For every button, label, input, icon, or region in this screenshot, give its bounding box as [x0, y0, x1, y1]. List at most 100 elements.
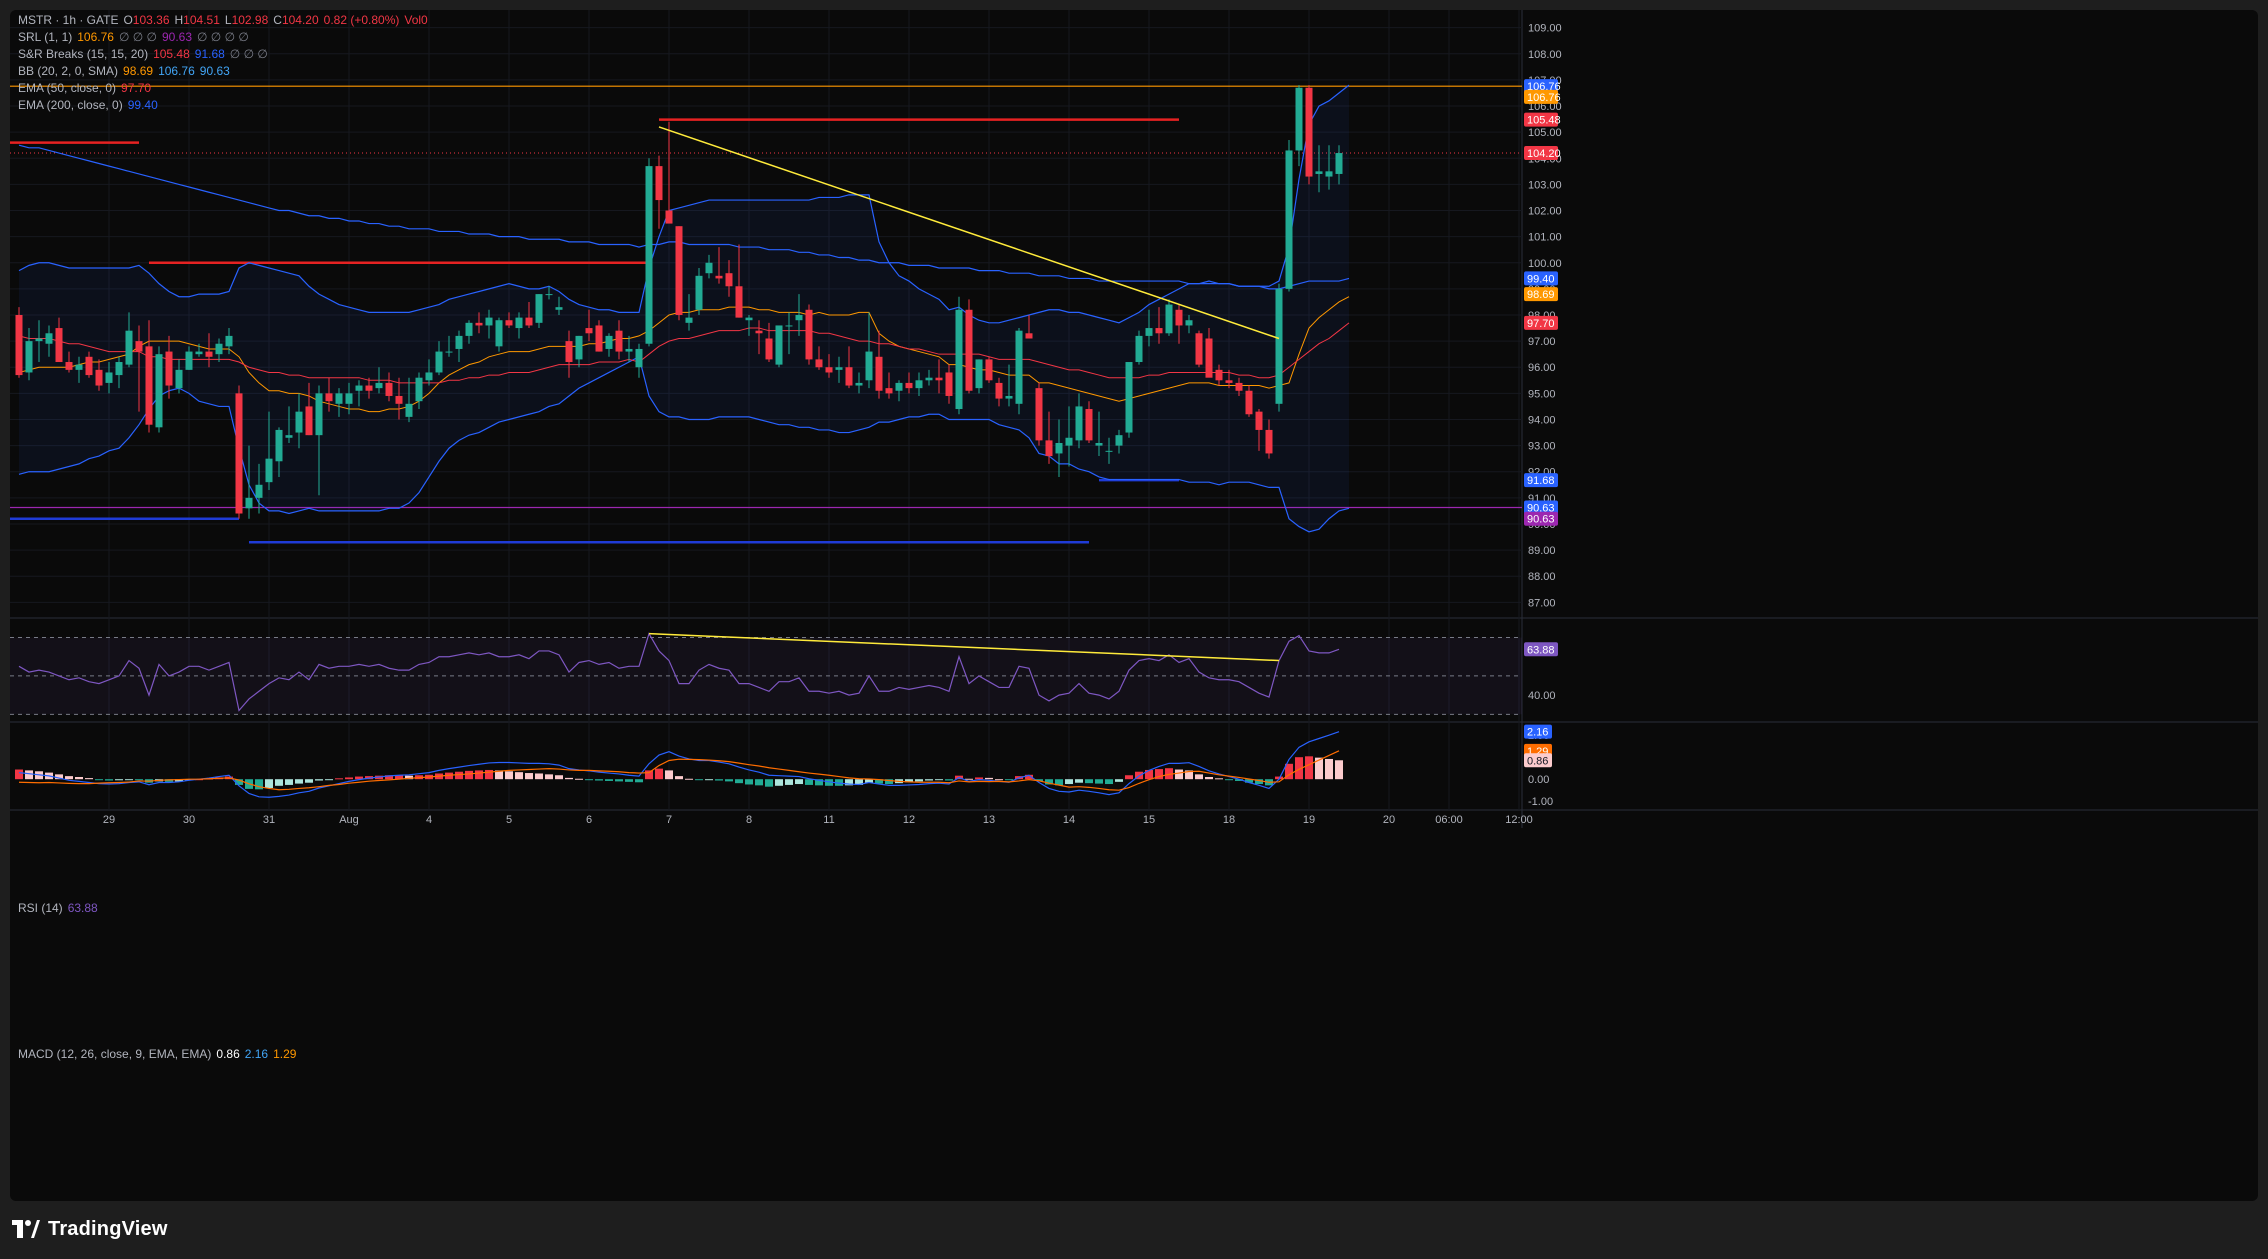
legend-bb[interactable]: BB (20, 2, 0, SMA) 98.69 106.76 90.63: [18, 63, 433, 80]
candle-body[interactable]: [105, 372, 113, 383]
legend-ema200[interactable]: EMA (200, close, 0) 99.40: [18, 97, 433, 114]
candle-body[interactable]: [1015, 330, 1023, 404]
candle-body[interactable]: [705, 262, 713, 274]
candle-body[interactable]: [395, 395, 403, 404]
candle-body[interactable]: [225, 335, 233, 347]
candle-body[interactable]: [475, 322, 483, 326]
candle-body[interactable]: [315, 393, 323, 436]
candle-body[interactable]: [905, 382, 913, 389]
candle-body[interactable]: [415, 377, 423, 402]
candle-body[interactable]: [1325, 171, 1333, 177]
candle-body[interactable]: [385, 382, 393, 396]
rsi-pane[interactable]: [10, 632, 1522, 715]
candle-body[interactable]: [1155, 328, 1163, 334]
candle-body[interactable]: [185, 351, 193, 370]
candle-body[interactable]: [1165, 304, 1173, 334]
candle-body[interactable]: [745, 317, 753, 321]
candle-body[interactable]: [505, 320, 513, 326]
candle-body[interactable]: [1315, 171, 1323, 174]
candle-body[interactable]: [375, 382, 383, 389]
legend-snr[interactable]: S&R Breaks (15, 15, 20) 105.48 91.68 ∅ ∅ ∅: [18, 46, 433, 63]
candle-body[interactable]: [985, 359, 993, 381]
candle-body[interactable]: [125, 330, 133, 365]
candle-body[interactable]: [555, 307, 563, 310]
candle-body[interactable]: [635, 348, 643, 368]
candle-body[interactable]: [295, 411, 303, 433]
candle-body[interactable]: [1265, 429, 1273, 454]
candle-body[interactable]: [625, 348, 633, 352]
candle-body[interactable]: [1115, 435, 1123, 446]
chart-canvas[interactable]: 109.00108.00107.00106.00105.00104.00103.…: [10, 10, 2258, 1201]
candle-body[interactable]: [165, 351, 173, 386]
candle-body[interactable]: [65, 362, 73, 370]
candle-body[interactable]: [675, 226, 683, 315]
candle-body[interactable]: [1095, 442, 1103, 446]
candle-body[interactable]: [1285, 150, 1293, 289]
candle-body[interactable]: [345, 393, 353, 404]
candle-body[interactable]: [655, 166, 663, 201]
candle-body[interactable]: [1295, 87, 1303, 151]
candle-body[interactable]: [1145, 328, 1153, 336]
candle-body[interactable]: [935, 377, 943, 381]
candle-body[interactable]: [485, 317, 493, 326]
candle-body[interactable]: [405, 403, 413, 417]
candle-body[interactable]: [1035, 388, 1043, 441]
candle-body[interactable]: [535, 294, 543, 323]
candle-body[interactable]: [145, 346, 153, 425]
candle-body[interactable]: [235, 393, 243, 514]
candle-body[interactable]: [275, 429, 283, 462]
candle-body[interactable]: [965, 309, 973, 391]
candle-body[interactable]: [605, 335, 613, 349]
legend-symbol[interactable]: MSTR · 1h · GATE: [18, 13, 118, 27]
candle-body[interactable]: [1175, 309, 1183, 326]
candle-body[interactable]: [325, 393, 333, 402]
candle-body[interactable]: [135, 341, 143, 352]
candle-body[interactable]: [565, 341, 573, 363]
brand-name[interactable]: TradingView: [48, 1218, 168, 1241]
candle-body[interactable]: [1125, 362, 1133, 433]
candle-body[interactable]: [765, 338, 773, 360]
candle-body[interactable]: [715, 275, 723, 279]
candle-body[interactable]: [215, 343, 223, 355]
candle-body[interactable]: [55, 328, 63, 363]
candle-body[interactable]: [445, 351, 453, 353]
candle-body[interactable]: [855, 382, 863, 386]
candle-body[interactable]: [995, 382, 1003, 399]
candle-body[interactable]: [1185, 320, 1193, 326]
candle-body[interactable]: [845, 367, 853, 386]
candle-body[interactable]: [1045, 440, 1053, 457]
candle-body[interactable]: [205, 351, 213, 357]
candle-body[interactable]: [725, 273, 733, 287]
candle-body[interactable]: [285, 435, 293, 438]
legend-main[interactable]: MSTR · 1h · GATE O103.36 H104.51 L102.98 C10…: [18, 12, 433, 29]
candle-body[interactable]: [1075, 406, 1083, 441]
candle-body[interactable]: [1135, 335, 1143, 363]
candle-body[interactable]: [355, 385, 363, 391]
candle-body[interactable]: [595, 325, 603, 352]
candle-body[interactable]: [615, 330, 623, 352]
candle-body[interactable]: [735, 286, 743, 318]
candle-body[interactable]: [575, 335, 583, 360]
candle-body[interactable]: [335, 393, 343, 404]
candle-body[interactable]: [1335, 153, 1343, 174]
candle-body[interactable]: [155, 354, 163, 428]
candle-body[interactable]: [45, 333, 53, 344]
candle-body[interactable]: [255, 484, 263, 498]
candle-body[interactable]: [865, 351, 873, 381]
candle-body[interactable]: [925, 377, 933, 381]
candle-body[interactable]: [825, 367, 833, 373]
candle-body[interactable]: [835, 367, 843, 370]
candle-body[interactable]: [1085, 409, 1093, 441]
candle-body[interactable]: [545, 294, 553, 296]
candle-body[interactable]: [1225, 380, 1233, 383]
candle-body[interactable]: [245, 497, 253, 509]
candle-body[interactable]: [805, 309, 813, 360]
candle-body[interactable]: [435, 351, 443, 373]
candle-body[interactable]: [95, 369, 103, 386]
candle-body[interactable]: [1305, 87, 1313, 177]
legend-srl[interactable]: SRL (1, 1) 106.76 ∅ ∅ ∅ 90.63 ∅ ∅ ∅ ∅: [18, 29, 433, 46]
candle-body[interactable]: [1065, 437, 1073, 446]
candle-body[interactable]: [1215, 369, 1223, 381]
candle-body[interactable]: [775, 325, 783, 365]
legend-macd[interactable]: MACD (12, 26, close, 9, EMA, EMA) 0.86 2.1…: [18, 1046, 301, 1063]
